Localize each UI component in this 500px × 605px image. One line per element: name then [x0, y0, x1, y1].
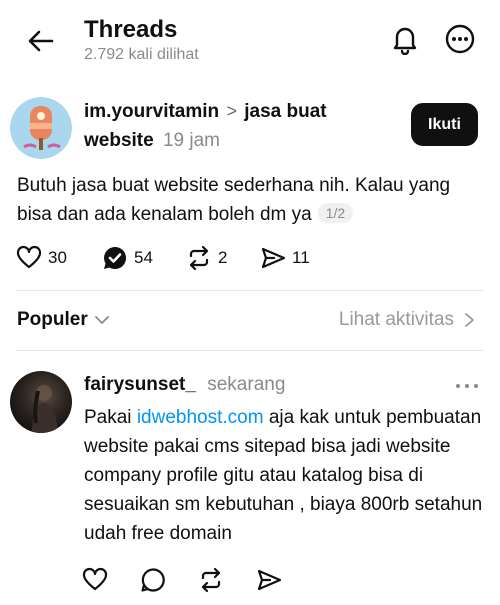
topic-label-line1[interactable]: jasa buat — [244, 101, 326, 122]
author-username[interactable]: im.yourvitamin — [84, 101, 219, 122]
topic-chevron: > — [226, 101, 237, 121]
reply-comment-button[interactable] — [140, 566, 166, 594]
reply-repost-button[interactable] — [198, 566, 224, 594]
topic-label-line2[interactable]: website — [84, 130, 154, 151]
post-header: im.yourvitamin > jasa buat website 19 ja… — [84, 97, 404, 155]
reply-actions — [82, 566, 322, 594]
top-bar: Threads 2.792 kali dilihat — [0, 0, 500, 80]
post-time: 19 jam — [162, 130, 221, 151]
more-dots-icon[interactable] — [453, 379, 481, 391]
post-actions: 30 54 2 11 — [16, 244, 336, 272]
reply-check-icon — [104, 246, 127, 269]
comment-icon — [141, 568, 165, 592]
reply-header: fairysunset_ sekarang — [84, 371, 285, 399]
repost-button[interactable]: 2 — [186, 244, 227, 272]
view-activity-link[interactable]: Lihat aktivitas — [339, 309, 476, 331]
post-text: Butuh jasa buat website sederhana nih. K… — [17, 175, 451, 225]
page-indicator[interactable]: 1/2 — [317, 203, 354, 223]
post-body: Butuh jasa buat website sederhana nih. K… — [17, 171, 487, 229]
view-count: 2.792 kali dilihat — [84, 46, 199, 63]
like-count: 30 — [48, 248, 67, 267]
chevron-down-icon — [94, 316, 109, 324]
author-avatar[interactable] — [10, 97, 72, 159]
share-icon — [257, 569, 282, 591]
sort-label: Populer — [17, 309, 88, 330]
bell-icon[interactable] — [389, 23, 421, 56]
back-arrow-icon[interactable] — [26, 26, 56, 56]
reply-link[interactable]: idwebhost.com — [137, 407, 264, 428]
repost-count: 2 — [218, 248, 228, 267]
repost-icon — [189, 245, 209, 271]
follow-button[interactable]: Ikuti — [411, 103, 478, 146]
reply-body: Pakai idwebhost.com aja kak untuk pembua… — [84, 403, 489, 548]
divider — [16, 290, 484, 291]
like-button[interactable]: 30 — [16, 244, 67, 272]
reply-username[interactable]: fairysunset_ — [84, 374, 196, 395]
reply-share-button[interactable] — [256, 566, 282, 594]
heart-icon — [16, 245, 42, 269]
share-icon — [261, 247, 286, 269]
heart-icon — [82, 567, 108, 591]
chevron-right-icon — [465, 313, 474, 327]
page-title: Threads — [84, 16, 178, 43]
share-button[interactable]: 11 — [260, 244, 310, 272]
reply-avatar[interactable] — [10, 371, 72, 433]
share-count: 11 — [292, 248, 310, 267]
reply-text-before: Pakai — [84, 407, 137, 428]
more-circle-icon[interactable] — [445, 24, 475, 54]
reply-count: 54 — [134, 248, 153, 267]
divider — [16, 350, 484, 351]
reply-like-button[interactable] — [82, 566, 108, 594]
reply-time: sekarang — [207, 374, 286, 395]
reply-button[interactable]: 54 — [102, 244, 153, 272]
activity-label: Lihat aktivitas — [338, 309, 454, 330]
sort-dropdown[interactable]: Populer — [17, 309, 110, 331]
repost-icon — [201, 567, 221, 593]
